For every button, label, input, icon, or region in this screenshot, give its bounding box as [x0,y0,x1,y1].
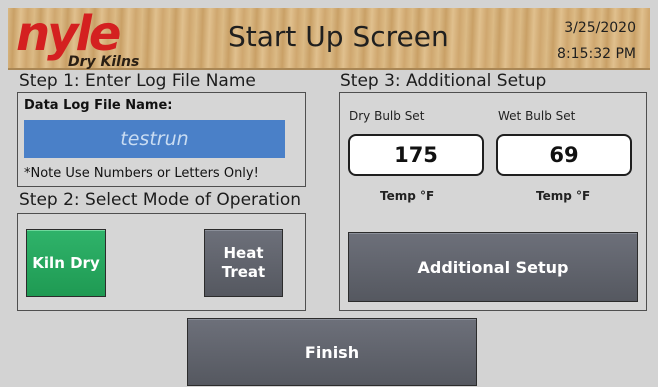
log-file-note: *Note Use Numbers or Letters Only! [24,166,259,181]
heat-treat-label-line1: Heat [223,244,264,262]
additional-setup-panel: Dry Bulb Set Wet Bulb Set 175 69 Temp °F… [339,92,647,311]
wet-bulb-setpoint-input[interactable]: 69 [496,134,632,176]
wet-bulb-unit: Temp °F [536,189,591,203]
heat-treat-label-line2: Treat [221,263,266,281]
dry-bulb-setpoint-input[interactable]: 175 [348,134,484,176]
date-display: 3/25/2020 [564,20,636,36]
page-title: Start Up Screen [228,20,449,53]
step1-label: Step 1: Enter Log File Name [19,71,256,91]
kiln-dry-button[interactable]: Kiln Dry [26,229,106,297]
wet-bulb-label: Wet Bulb Set [498,109,576,123]
finish-button[interactable]: Finish [187,318,477,386]
step3-label: Step 3: Additional Setup [340,71,547,91]
additional-setup-button[interactable]: Additional Setup [348,232,638,302]
mode-panel: Kiln Dry Heat Treat [17,213,306,311]
step2-label: Step 2: Select Mode of Operation [19,190,302,210]
time-display: 8:15:32 PM [557,46,636,62]
log-file-panel: Data Log File Name: *Note Use Numbers or… [17,92,306,187]
heat-treat-button[interactable]: Heat Treat [204,229,283,297]
log-file-input[interactable] [24,120,285,158]
nyle-logo: nyle [16,6,121,62]
logo-subtitle: Dry Kilns [68,54,140,70]
header-bar: nyle Dry Kilns Start Up Screen 3/25/2020… [8,8,650,70]
dry-bulb-label: Dry Bulb Set [349,109,425,123]
log-file-label: Data Log File Name: [24,98,173,113]
dry-bulb-unit: Temp °F [380,189,435,203]
